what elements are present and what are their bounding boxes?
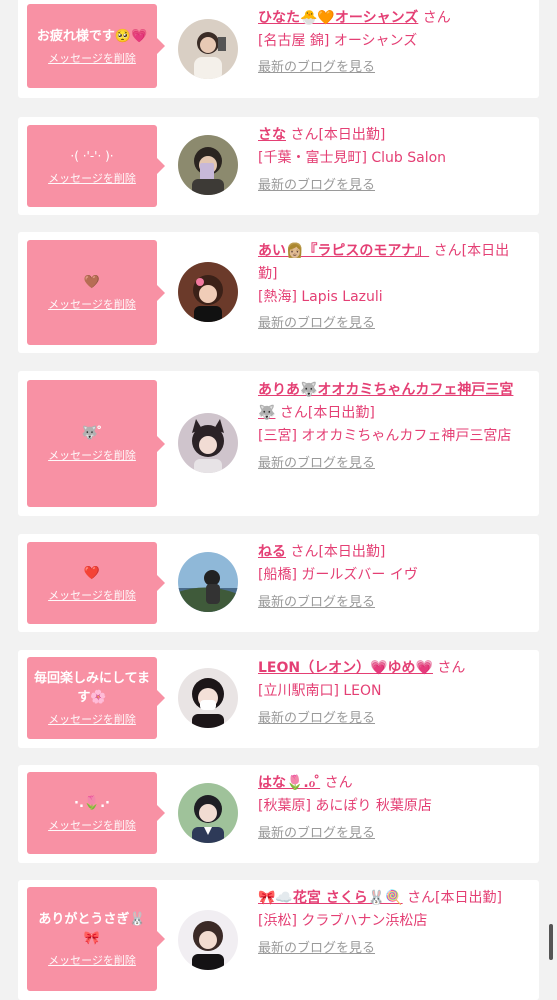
avatar[interactable]: [178, 783, 238, 843]
delete-message-link[interactable]: メッセージを削除: [48, 296, 136, 312]
message-text: ·( ·'-'· )·: [70, 148, 114, 163]
latest-blog-link[interactable]: 最新のブログを見る: [258, 709, 528, 729]
message-bubble: 🤎 メッセージを削除: [27, 240, 165, 345]
honorific-label: さん[本日出勤]: [279, 405, 375, 421]
message-bubble: ·.🌷.· メッセージを削除: [27, 772, 165, 854]
message-card: ·( ·'-'· )· メッセージを削除 さな さん[本日出勤] [千葉・富士見…: [18, 117, 539, 215]
shop-label: [熱海] Lapis Lazuli: [258, 289, 383, 305]
profile-info: 🎀☁️花宮 さくら🐰🍭 さん[本日出勤] [浜松] クラブハナン浜松店 最新のブ…: [258, 887, 528, 959]
shop-label: [秋葉原] あにぽり 秋葉原店: [258, 798, 432, 814]
avatar[interactable]: [178, 135, 238, 195]
avatar[interactable]: [178, 552, 238, 612]
profile-info: LEON（レオン）💗ゆめ💗 さん [立川駅南口] LEON 最新のブログを見る: [258, 657, 528, 729]
honorific-label: さん[本日出勤]: [407, 890, 502, 906]
delete-message-link[interactable]: メッセージを削除: [48, 50, 136, 66]
message-text: 🐺 ̊: [81, 426, 103, 441]
message-text: ありがとうさぎ🐰🎀: [38, 912, 146, 946]
shop-label: [名古屋 錦] オーシャンズ: [258, 33, 418, 49]
honorific-label: さん[本日出勤]: [290, 127, 386, 143]
profile-info: ありあ🐺オオカミちゃんカフェ神戸三宮🐺 さん[本日出勤] [三宮] オオカミちゃ…: [258, 379, 528, 474]
shop-label: [立川駅南口] LEON: [258, 683, 382, 699]
avatar[interactable]: [178, 668, 238, 728]
profile-name-link[interactable]: はな🌷.ℴ ̊: [258, 775, 320, 791]
message-card: ❤️ メッセージを削除 ねる さん[本日出勤] [船橋] ガールズバー イヴ 最…: [18, 534, 539, 632]
profile-info: ねる さん[本日出勤] [船橋] ガールズバー イヴ 最新のブログを見る: [258, 541, 528, 613]
avatar[interactable]: [178, 413, 238, 473]
delete-message-link[interactable]: メッセージを削除: [48, 170, 136, 186]
shop-label: [三宮] オオカミちゃんカフェ神戸三宮店: [258, 428, 512, 444]
latest-blog-link[interactable]: 最新のブログを見る: [258, 314, 528, 334]
shop-label: [千葉・富士見町] Club Salon: [258, 150, 447, 166]
message-card: 毎回楽しみにしてます🌸 メッセージを削除 LEON（レオン）💗ゆめ💗 さん [立…: [18, 650, 539, 748]
profile-info: はな🌷.ℴ ̊ さん [秋葉原] あにぽり 秋葉原店 最新のブログを見る: [258, 772, 528, 844]
latest-blog-link[interactable]: 最新のブログを見る: [258, 454, 528, 474]
delete-message-link[interactable]: メッセージを削除: [48, 711, 136, 727]
message-bubble: 🐺 ̊ メッセージを削除: [27, 380, 165, 507]
latest-blog-link[interactable]: 最新のブログを見る: [258, 176, 528, 196]
latest-blog-link[interactable]: 最新のブログを見る: [258, 939, 528, 959]
avatar[interactable]: [178, 262, 238, 322]
message-bubble: ありがとうさぎ🐰🎀 メッセージを削除: [27, 887, 165, 991]
profile-name-link[interactable]: あい👩🏼『ラピスのモアナ』: [258, 243, 429, 259]
profile-info: あい👩🏼『ラピスのモアナ』 さん[本日出勤] [熱海] Lapis Lazuli…: [258, 240, 528, 334]
delete-message-link[interactable]: メッセージを削除: [48, 447, 136, 463]
message-text: お疲れ様です🥺💗: [36, 28, 148, 44]
shop-label: [船橋] ガールズバー イヴ: [258, 567, 418, 583]
latest-blog-link[interactable]: 最新のブログを見る: [258, 58, 528, 78]
profile-name-link[interactable]: LEON（レオン）💗ゆめ💗: [258, 660, 433, 676]
profile-name-link[interactable]: さな: [258, 127, 286, 143]
latest-blog-link[interactable]: 最新のブログを見る: [258, 824, 528, 844]
honorific-label: さん[本日出勤]: [290, 544, 386, 560]
profile-info: さな さん[本日出勤] [千葉・富士見町] Club Salon 最新のブログを…: [258, 124, 528, 196]
honorific-label: さん: [324, 775, 353, 791]
message-bubble: 毎回楽しみにしてます🌸 メッセージを削除: [27, 657, 165, 739]
avatar[interactable]: [178, 19, 238, 79]
message-card: お疲れ様です🥺💗 メッセージを削除 ひなた🐣🧡オーシャンズ さん [名古屋 錦]…: [18, 0, 539, 98]
message-bubble: ❤️ メッセージを削除: [27, 542, 165, 624]
delete-message-link[interactable]: メッセージを削除: [48, 817, 136, 833]
shop-label: [浜松] クラブハナン浜松店: [258, 913, 428, 929]
latest-blog-link[interactable]: 最新のブログを見る: [258, 593, 528, 613]
message-card: ありがとうさぎ🐰🎀 メッセージを削除 🎀☁️花宮 さくら🐰🍭 さん[本日出勤] …: [18, 880, 539, 1000]
profile-name-link[interactable]: 🎀☁️花宮 さくら🐰🍭: [258, 890, 403, 906]
scrollbar[interactable]: [549, 924, 553, 960]
delete-message-link[interactable]: メッセージを削除: [48, 587, 136, 603]
profile-name-link[interactable]: ねる: [258, 544, 286, 560]
message-text: 🤎: [83, 275, 101, 290]
profile-info: ひなた🐣🧡オーシャンズ さん [名古屋 錦] オーシャンズ 最新のブログを見る: [258, 7, 528, 78]
message-text: 毎回楽しみにしてます🌸: [34, 671, 150, 705]
message-text: ❤️: [83, 565, 101, 581]
avatar[interactable]: [178, 910, 238, 970]
honorific-label: さん: [422, 10, 451, 26]
message-card: ·.🌷.· メッセージを削除 はな🌷.ℴ ̊ さん [秋葉原] あにぽり 秋葉原…: [18, 765, 539, 863]
message-card: 🐺 ̊ メッセージを削除 ありあ🐺オオカミちゃんカフェ神戸三宮🐺 さん[本日出勤…: [18, 371, 539, 516]
message-bubble: お疲れ様です🥺💗 メッセージを削除: [27, 4, 165, 88]
honorific-label: さん: [437, 660, 466, 676]
profile-name-link[interactable]: ひなた🐣🧡オーシャンズ: [258, 10, 418, 26]
message-text: ·.🌷.·: [74, 795, 110, 811]
message-card: 🤎 メッセージを削除 あい👩🏼『ラピスのモアナ』 さん[本日出勤] [熱海] L…: [18, 232, 539, 353]
delete-message-link[interactable]: メッセージを削除: [48, 952, 136, 968]
message-bubble: ·( ·'-'· )· メッセージを削除: [27, 125, 165, 207]
